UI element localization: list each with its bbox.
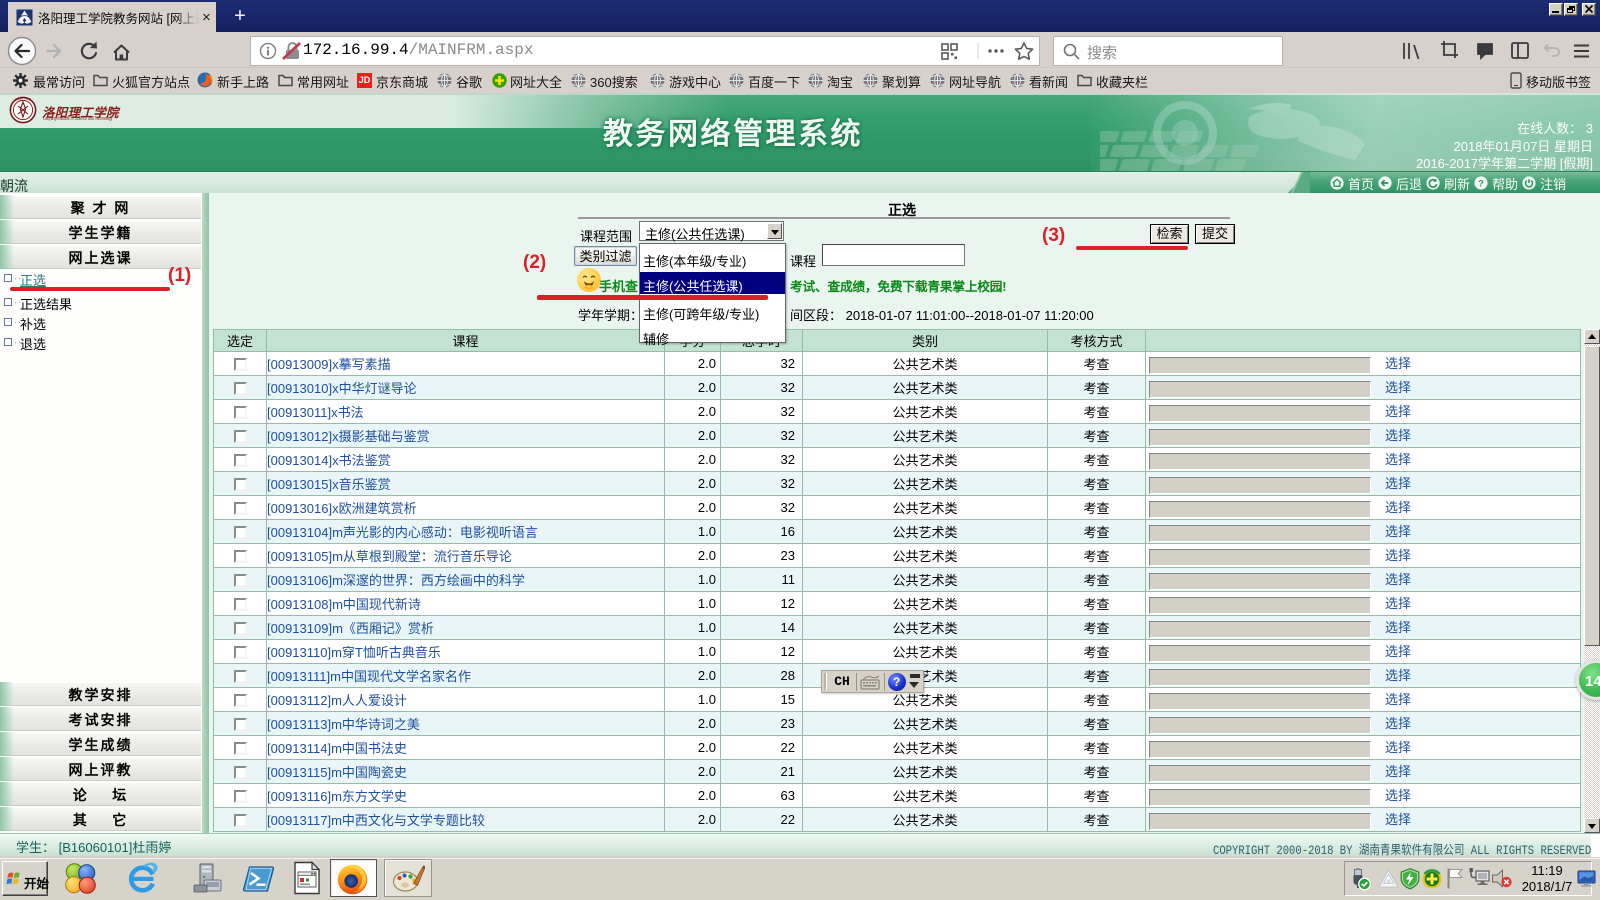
- svg-text:洛阳理工学院: 洛阳理工学院: [15, 97, 31, 101]
- svg-text:?: ?: [1478, 178, 1484, 188]
